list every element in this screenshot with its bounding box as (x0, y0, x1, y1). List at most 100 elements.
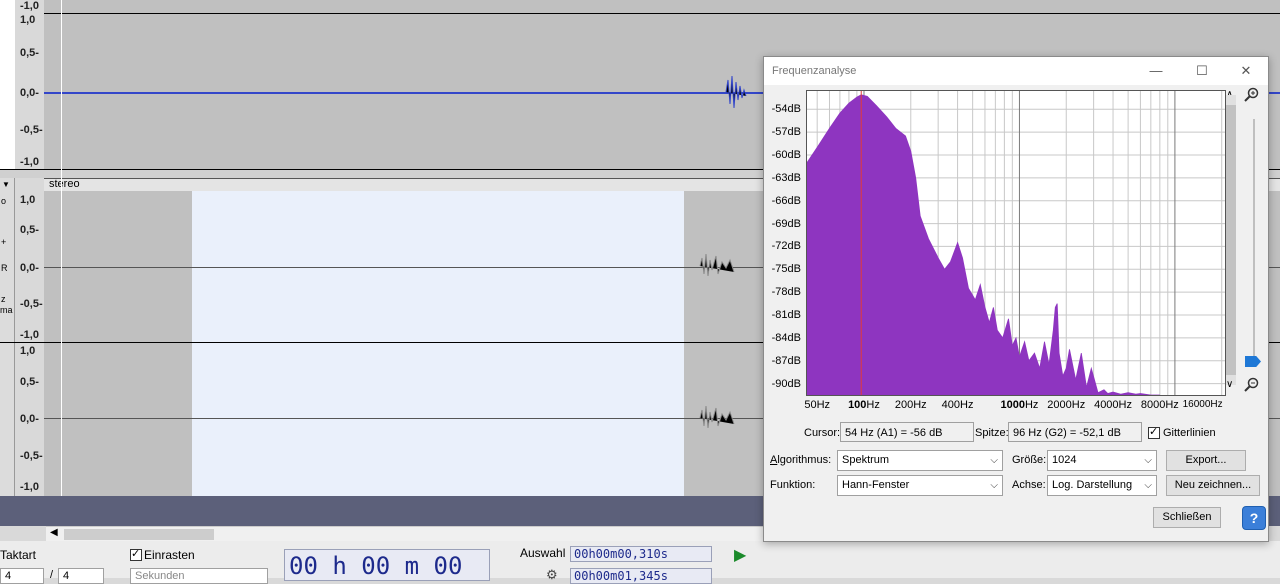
grid-label: Gitterlinien (1163, 427, 1216, 439)
scroll-thumb[interactable] (64, 529, 214, 540)
scroll-down-icon[interactable]: ∨ (1226, 379, 1233, 390)
selection-region[interactable] (192, 191, 684, 496)
x-tick-label: 200Hz (894, 399, 927, 411)
chevron-down-icon: ⌵ (1144, 480, 1152, 491)
ch1-ruler-label-1: 1,0 (20, 194, 36, 206)
export-button[interactable]: Export... (1166, 450, 1246, 471)
x-tick-label: 100Hz (848, 399, 880, 411)
track-side-letter-plus: + (1, 237, 7, 247)
dialog-titlebar[interactable]: Frequenzanalyse — ☐ ✕ (764, 57, 1268, 85)
taktart-slash: / (50, 569, 54, 581)
close-icon[interactable]: ✕ (1234, 61, 1258, 81)
chevron-down-icon: ⌵ (990, 455, 998, 466)
snap-unit-select[interactable]: Sekunden (130, 568, 268, 584)
size-label: Größe: (1012, 454, 1047, 466)
ch2-ruler-label-1: 1,0 (20, 345, 36, 357)
track-side-letter-r: R (1, 263, 8, 273)
cursor-label: Cursor: (804, 427, 841, 439)
ch2-ruler-label-05: 0,5- (20, 376, 39, 388)
y-tick-label: -81dB (771, 309, 801, 321)
top-track-ruler (0, 0, 15, 170)
x-tick-label: 4000Hz (1094, 399, 1132, 411)
top-ruler-label-05: 0,5- (20, 47, 39, 59)
y-tick-label: -60dB (771, 149, 801, 161)
maximize-icon[interactable]: ☐ (1190, 61, 1214, 81)
einrasten-checkbox[interactable] (130, 547, 142, 561)
x-tick-label: 400Hz (941, 399, 974, 411)
y-tick-label: -75dB (771, 263, 801, 276)
algorithm-label-text: lgorithmus: (777, 454, 832, 466)
top-track-top-line (44, 13, 1280, 14)
x-tick-label: 8000Hz (1140, 399, 1179, 411)
zoom-in-icon[interactable] (1243, 87, 1259, 106)
y-tick-label: -87dB (771, 354, 801, 367)
scroll-left-icon[interactable]: ◀ (50, 527, 58, 538)
y-tick-label: -69dB (771, 217, 801, 230)
selection-end-time[interactable]: 00h00m01,345s (570, 568, 712, 584)
time-display[interactable]: 00 h 00 m 00 s (284, 549, 490, 581)
axis-select[interactable]: Log. Darstellung ⌵ (1047, 475, 1157, 496)
auswahl-label: Auswahl (520, 546, 566, 560)
stereo-track-name: stereo (49, 178, 80, 190)
ch2-ruler-label-0: 0,0- (20, 413, 39, 425)
x-tick-label: 16000Hz (1182, 399, 1223, 410)
y-tick-label: -72dB (771, 240, 801, 253)
ch1-ruler-label-0: 0,0- (20, 262, 39, 274)
y-tick-label: -54dB (771, 103, 801, 116)
peak-value-field: 96 Hz (G2) = -52,1 dB (1008, 422, 1142, 442)
y-tick-label: -84dB (771, 331, 801, 344)
close-dialog-button[interactable]: Schließen (1153, 507, 1221, 528)
track-collapse-icon[interactable]: ▼ (2, 180, 10, 189)
playback-cursor-line (61, 0, 62, 496)
spectrum-plot[interactable] (806, 90, 1226, 396)
selection-settings-gear-icon[interactable]: ⚙ (546, 567, 558, 583)
x-tick-label: 50Hz (804, 399, 831, 411)
y-tick-label: -63dB (771, 171, 801, 184)
frequency-analysis-dialog: Frequenzanalyse — ☐ ✕ -54dB -57dB -60dB -63… (763, 56, 1269, 542)
taktart-denominator[interactable]: 4 (58, 568, 104, 584)
grid-checkbox[interactable] (1148, 425, 1160, 439)
y-tick-label: -66dB (771, 194, 801, 207)
spectrum-plot-svg (806, 91, 1225, 396)
minimize-icon[interactable]: — (1144, 61, 1168, 81)
track-control-panel (0, 178, 15, 496)
einrasten-label: Einrasten (144, 548, 195, 562)
function-label: Funktion: (770, 479, 816, 491)
ch1-ruler-label-m05: -0,5- (20, 298, 43, 310)
function-select[interactable]: Hann-Fenster ⌵ (837, 475, 1003, 496)
track-side-letter-ma: ma (0, 305, 13, 315)
zoom-slider-handle[interactable] (1245, 356, 1261, 367)
top-ruler-label-0: 0,0- (20, 87, 39, 99)
bottom-toolbar: Taktart 4 / 4 Einrasten Sekunden 00 h 00… (0, 541, 1280, 584)
cursor-value-field: 54 Hz (A1) = -56 dB (840, 422, 974, 442)
redraw-button[interactable]: Neu zeichnen... (1166, 475, 1260, 496)
y-tick-label: -57dB (771, 126, 801, 139)
zoom-out-icon[interactable] (1243, 377, 1259, 396)
selection-start-time[interactable]: 00h00m00,310s (570, 546, 712, 562)
axis-label: Achse: (1012, 479, 1046, 491)
y-tick-label: -90dB (771, 377, 801, 390)
horizontal-scrollbar[interactable]: ◀ (46, 526, 764, 542)
track-side-letter-o: o (1, 196, 7, 206)
plot-scroll-thumb[interactable] (1226, 105, 1236, 375)
top-ruler-label-m1-top: -1,0 (20, 0, 39, 12)
waveform-bursts (699, 75, 747, 429)
plot-vertical-scrollbar[interactable] (1226, 95, 1236, 385)
taktart-label: Taktart (0, 548, 37, 562)
chevron-down-icon: ⌵ (990, 480, 998, 491)
taktart-numerator[interactable]: 4 (0, 568, 44, 584)
top-ruler-label-1: 1,0 (20, 14, 36, 26)
size-select[interactable]: 1024 ⌵ (1047, 450, 1157, 471)
top-ruler-label-m05: -0,5- (20, 124, 43, 136)
algorithm-select[interactable]: Spektrum ⌵ (837, 450, 1003, 471)
ch2-ruler-label-m05: -0,5- (20, 450, 43, 462)
ch2-ruler-label-m1: -1,0 (20, 481, 39, 493)
algorithm-label: Algorithmus: (770, 454, 832, 466)
top-ruler-label-m1: -1,0 (20, 156, 39, 168)
chevron-down-icon: ⌵ (1144, 455, 1152, 466)
spectrum-area (806, 94, 1160, 396)
y-tick-label: -78dB (771, 286, 801, 299)
help-button[interactable]: ? (1242, 506, 1266, 530)
play-button-icon[interactable]: ▶ (734, 545, 746, 565)
ch1-ruler-label-m1: -1,0 (20, 329, 39, 341)
